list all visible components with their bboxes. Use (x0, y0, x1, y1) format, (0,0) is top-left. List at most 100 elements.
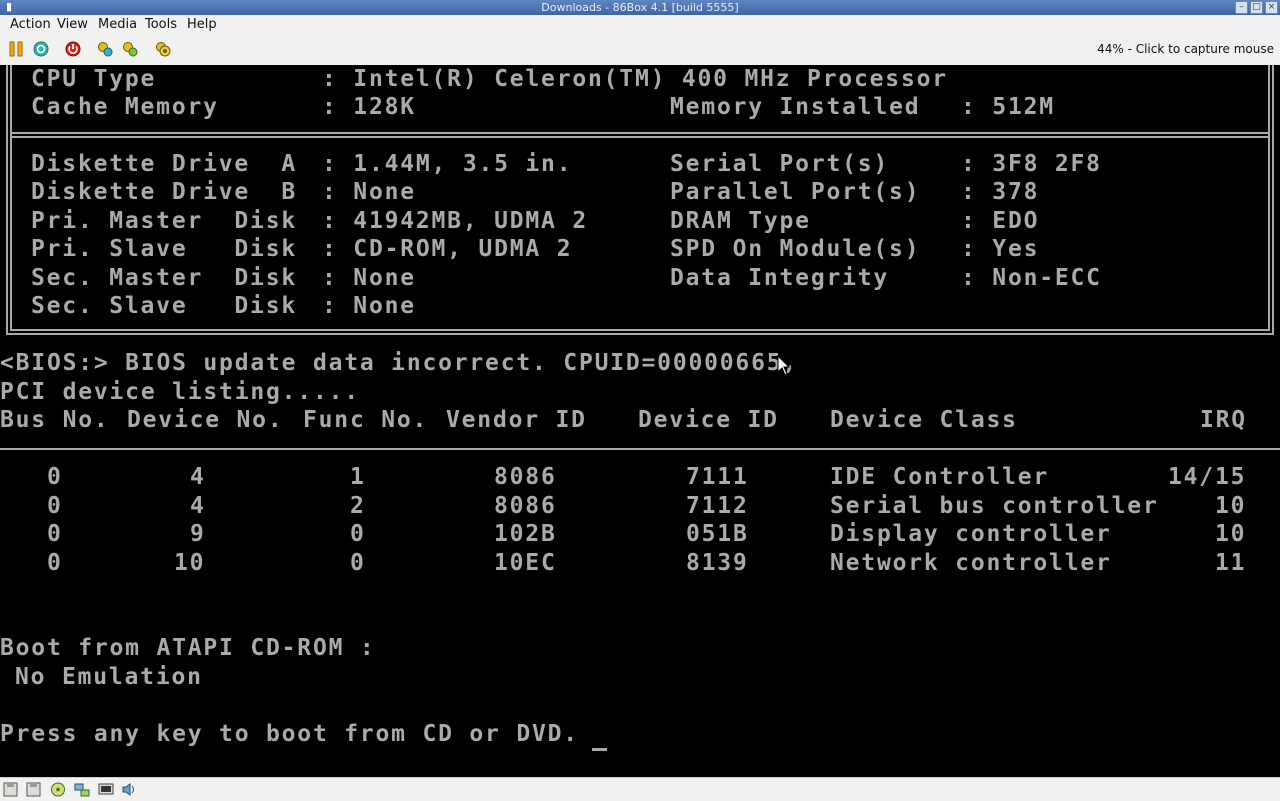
memory-installed-value: : 512M (961, 94, 1055, 120)
window-title: Downloads - 86Box 4.1 [build 5555] (541, 1, 739, 14)
pci-cell-irq: 10 (1215, 493, 1247, 519)
pci-cell-irq: 10 (1215, 521, 1247, 547)
left-row-label: Pri. Slave Disk (31, 236, 298, 262)
box-border-left-inner (10, 65, 12, 331)
right-row-label: DRAM Type (670, 208, 811, 234)
left-row-value: : None (322, 179, 416, 205)
left-row-label: Sec. Master Disk (31, 265, 298, 291)
pci-header-class: Device Class (830, 407, 1018, 433)
box-bottom-inner (10, 329, 1270, 331)
pci-cell-vendor: 8086 (494, 464, 557, 490)
pci-header-divider (0, 448, 1280, 450)
pci-header-vendor: Vendor ID (446, 407, 587, 433)
left-row-label: Sec. Slave Disk (31, 293, 298, 319)
pci-cell-class: IDE Controller (830, 464, 1050, 490)
right-row-label: Serial Port(s) (670, 151, 890, 177)
right-row-value: : Yes (961, 236, 1040, 262)
pci-cell-func: 0 (350, 550, 366, 576)
right-row-label: SPD On Module(s) (670, 236, 921, 262)
pci-cell-func: 2 (350, 493, 366, 519)
text-cursor (592, 748, 607, 751)
box-bottom (6, 333, 1274, 335)
power-icon[interactable] (65, 41, 81, 57)
cdrom-icon[interactable] (50, 782, 66, 797)
left-row-label: Diskette Drive B (31, 179, 298, 205)
pci-header-device: Device No. (127, 407, 284, 433)
capture-mouse-status: 44% - Click to capture mouse (1097, 42, 1274, 56)
screenshot-icon[interactable] (155, 41, 171, 57)
reset-icon[interactable] (33, 41, 49, 57)
pci-cell-device: 4 (190, 493, 206, 519)
pci-cell-class: Serial bus controller (830, 493, 1159, 519)
pci-cell-vendor: 102B (494, 521, 557, 547)
cpu-type-label: CPU Type (31, 66, 157, 92)
pci-cell-device: 4 (190, 464, 206, 490)
cache-memory-label: Cache Memory (31, 94, 219, 120)
right-row-value: : EDO (961, 208, 1040, 234)
pci-cell-vendor: 10EC (494, 550, 557, 576)
cache-memory-value: : 128K (322, 94, 416, 120)
bios-message: <BIOS:> BIOS update data incorrect. CPUI… (0, 350, 799, 376)
pci-cell-func: 1 (350, 464, 366, 490)
pci-heading: PCI device listing..... (0, 379, 360, 405)
press-key-line: Press any key to boot from CD or DVD. (0, 721, 579, 747)
floppy-a-icon[interactable] (3, 782, 19, 797)
menu-help[interactable]: Help (187, 15, 217, 34)
pci-cell-class: Network controller (830, 550, 1112, 576)
box-divider (10, 132, 1270, 134)
pci-header-func: Func No. (303, 407, 429, 433)
pci-cell-device-id: 051B (686, 521, 749, 547)
pause-icon[interactable] (8, 41, 24, 57)
right-row-label: Data Integrity (670, 265, 890, 291)
left-row-label: Diskette Drive A (31, 151, 298, 177)
pci-cell-class: Display controller (830, 521, 1112, 547)
cpu-type-value: : Intel(R) Celeron(TM) 400 MHz Processor (322, 66, 948, 92)
left-row-value: : CD-ROM, UDMA 2 (322, 236, 573, 262)
title-bar: ▮ Downloads - 86Box 4.1 [build 5555] – □… (0, 0, 1280, 15)
close-icon[interactable]: × (1265, 1, 1278, 14)
menu-action[interactable]: Action (10, 15, 51, 34)
network-icon[interactable] (74, 782, 90, 797)
pci-cell-bus: 0 (47, 464, 63, 490)
left-row-value: : None (322, 265, 416, 291)
mouse-pointer-icon (777, 355, 791, 376)
box-border-right-inner (1268, 65, 1270, 331)
memory-installed-label: Memory Installed (670, 94, 921, 120)
toolbar: 44% - Click to capture mouse (0, 34, 1280, 66)
floppy-b-icon[interactable] (26, 782, 42, 797)
sound-icon[interactable] (121, 782, 137, 797)
pci-cell-func: 0 (350, 521, 366, 547)
right-row-value: : 3F8 2F8 (961, 151, 1102, 177)
settings-alt-icon[interactable] (122, 41, 138, 57)
pci-cell-bus: 0 (47, 550, 63, 576)
box-divider-2 (10, 136, 1270, 138)
pci-cell-bus: 0 (47, 493, 63, 519)
minimize-icon[interactable]: – (1235, 1, 1248, 14)
pci-cell-vendor: 8086 (494, 493, 557, 519)
maximize-icon[interactable]: □ (1250, 1, 1263, 14)
right-row-value: : Non-ECC (961, 265, 1102, 291)
pci-cell-device: 9 (190, 521, 206, 547)
emulation-line: No Emulation (15, 664, 203, 690)
display-icon[interactable] (98, 782, 114, 797)
left-row-value: : 1.44M, 3.5 in. (322, 151, 573, 177)
box-border-right (1272, 65, 1274, 335)
boot-device-line: Boot from ATAPI CD-ROM : (0, 635, 376, 661)
menu-tools[interactable]: Tools (145, 15, 177, 34)
left-row-value: : None (322, 293, 416, 319)
left-row-value: : 41942MB, UDMA 2 (322, 208, 589, 234)
left-row-label: Pri. Master Disk (31, 208, 298, 234)
window-controls: – □ × (1235, 1, 1278, 14)
menu-media[interactable]: Media (98, 15, 137, 34)
pci-cell-bus: 0 (47, 521, 63, 547)
vm-screen[interactable]: CPU Type : Intel(R) Celeron(TM) 400 MHz … (0, 65, 1280, 777)
pci-cell-device-id: 7111 (686, 464, 749, 490)
settings-icon[interactable] (97, 41, 113, 57)
menu-view[interactable]: View (57, 15, 88, 34)
pci-cell-irq: 11 (1215, 550, 1247, 576)
pci-header-bus: Bus No. (0, 407, 110, 433)
pci-cell-device-id: 7112 (686, 493, 749, 519)
menu-bar: Action View Media Tools Help (0, 15, 1280, 35)
right-row-value: : 378 (961, 179, 1040, 205)
pci-header-device-id: Device ID (638, 407, 779, 433)
